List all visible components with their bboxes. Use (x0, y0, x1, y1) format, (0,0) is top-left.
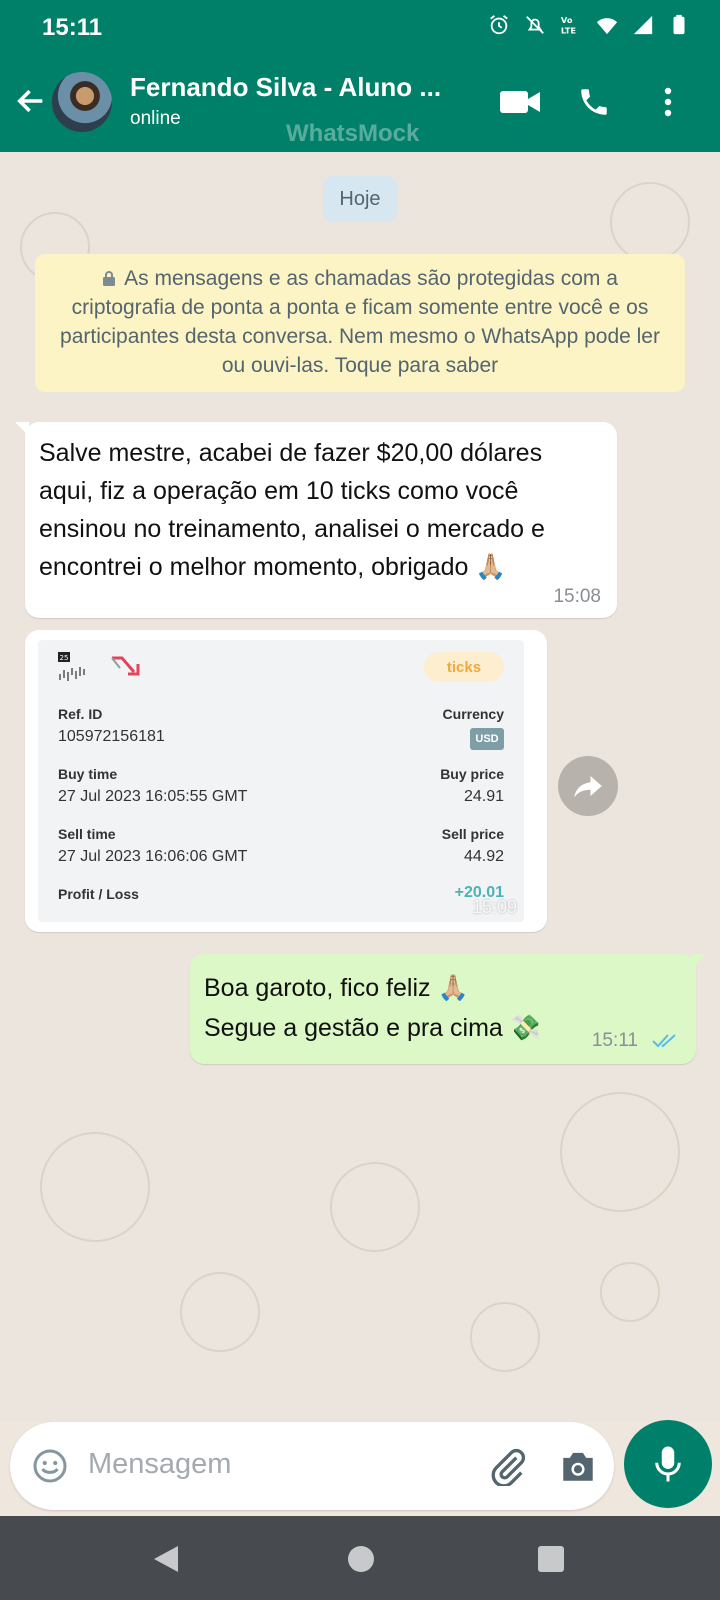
wallpaper-doodle (600, 1262, 660, 1322)
outgoing-message[interactable]: Boa garoto, fico feliz 🙏🏼 Segue a gestão… (190, 954, 706, 1064)
wallpaper-doodle (40, 1132, 150, 1242)
wifi-icon (596, 18, 618, 35)
contact-name[interactable]: Fernando Silva - Aluno ... (130, 72, 470, 103)
bubble-tail (15, 422, 29, 436)
incoming-image-message[interactable]: 25 ticks Ref. ID 105972156181 Currency U… (25, 630, 547, 932)
voice-message-button[interactable] (624, 1420, 712, 1508)
chat-area[interactable]: Hoje As mensagens e as chamadas são prot… (0, 152, 720, 1422)
double-check-read-icon (652, 1034, 676, 1048)
contact-avatar[interactable] (52, 72, 112, 132)
attach-icon[interactable] (488, 1446, 528, 1486)
sell-time-value: 27 Jul 2023 16:06:06 GMT (58, 848, 248, 865)
buy-time-label: Buy time (58, 766, 118, 782)
lock-icon (103, 271, 116, 286)
badge-number: 25 (60, 654, 69, 662)
buy-price-label: Buy price (440, 766, 504, 782)
more-vertical-icon (664, 87, 672, 117)
wallpaper-doodle (560, 1092, 680, 1212)
currency-label: Currency (442, 706, 504, 722)
trend-down-icon (111, 656, 140, 676)
sell-price-label: Sell price (441, 826, 504, 842)
wallpaper-doodle (180, 1272, 260, 1352)
ref-id-label: Ref. ID (58, 706, 103, 722)
message-composer: Mensagem (10, 1422, 614, 1510)
message-time: 15:08 (553, 586, 601, 607)
status-icons: Vo LTE (488, 14, 690, 36)
nav-recents-icon[interactable] (538, 1546, 564, 1572)
camera-icon[interactable] (558, 1448, 598, 1484)
forward-button[interactable] (558, 756, 618, 816)
chat-header: Fernando Silva - Aluno ... online WhatsM… (0, 62, 720, 147)
microphone-icon (655, 1446, 681, 1482)
incoming-message[interactable]: Salve mestre, acabei de fazer $20,00 dól… (15, 422, 617, 618)
battery-icon (673, 14, 685, 35)
date-chip: Hoje (323, 176, 397, 222)
buy-price-value: 24.91 (463, 788, 504, 805)
voice-call-button[interactable] (572, 80, 616, 124)
video-call-button[interactable] (498, 80, 542, 124)
message-time: 15:09 (471, 897, 517, 917)
forward-icon (574, 776, 602, 798)
svg-text:LTE: LTE (561, 25, 577, 35)
sell-time-label: Sell time (58, 826, 116, 842)
buy-time-value: 27 Jul 2023 16:05:55 GMT (58, 788, 248, 805)
more-options-button[interactable] (646, 80, 690, 124)
message-time: 15:11 (591, 1030, 638, 1051)
top-bar: 15:11 Vo LTE Fernando Silva - Aluno ... o… (0, 0, 720, 152)
bubble-tail (692, 954, 706, 968)
phone-icon (581, 89, 607, 115)
nav-home-icon[interactable] (348, 1546, 374, 1572)
encryption-notice[interactable]: As mensagens e as chamadas são protegida… (35, 254, 685, 392)
nav-back-icon[interactable] (152, 1544, 180, 1574)
message-text: Salve mestre, acabei de fazer $20,00 dól… (39, 439, 545, 581)
app-watermark: WhatsMock (286, 120, 420, 147)
back-arrow-icon[interactable] (14, 84, 48, 118)
status-time: 15:11 (42, 14, 103, 41)
svg-text:Vo: Vo (561, 15, 573, 25)
encryption-notice-text: As mensagens e as chamadas são protegida… (60, 267, 660, 377)
system-nav-bar (0, 1516, 720, 1600)
currency-badge: USD (470, 728, 504, 750)
trade-type-pill: ticks (424, 652, 504, 682)
trade-receipt-image[interactable]: 25 ticks Ref. ID 105972156181 Currency U… (38, 640, 524, 922)
message-line: Boa garoto, fico feliz 🙏🏼 (204, 974, 469, 1002)
wallpaper-doodle (610, 182, 690, 262)
signal-icon (633, 15, 653, 35)
video-camera-icon (500, 91, 540, 113)
ref-id-value: 105972156181 (58, 728, 165, 745)
emoji-icon[interactable] (32, 1448, 68, 1484)
sell-price-value: 44.92 (463, 848, 504, 865)
profit-loss-label: Profit / Loss (58, 886, 139, 902)
wallpaper-doodle (470, 1302, 540, 1372)
alarm-icon (490, 15, 508, 35)
mute-icon (526, 16, 544, 34)
volte-icon: VoLTE (561, 15, 577, 35)
message-input[interactable]: Mensagem (88, 1448, 231, 1481)
wallpaper-doodle (330, 1162, 420, 1252)
ticks-chart-icon: 25 (58, 652, 85, 681)
status-bar: 15:11 Vo LTE (0, 0, 720, 56)
contact-presence: online (130, 108, 181, 129)
